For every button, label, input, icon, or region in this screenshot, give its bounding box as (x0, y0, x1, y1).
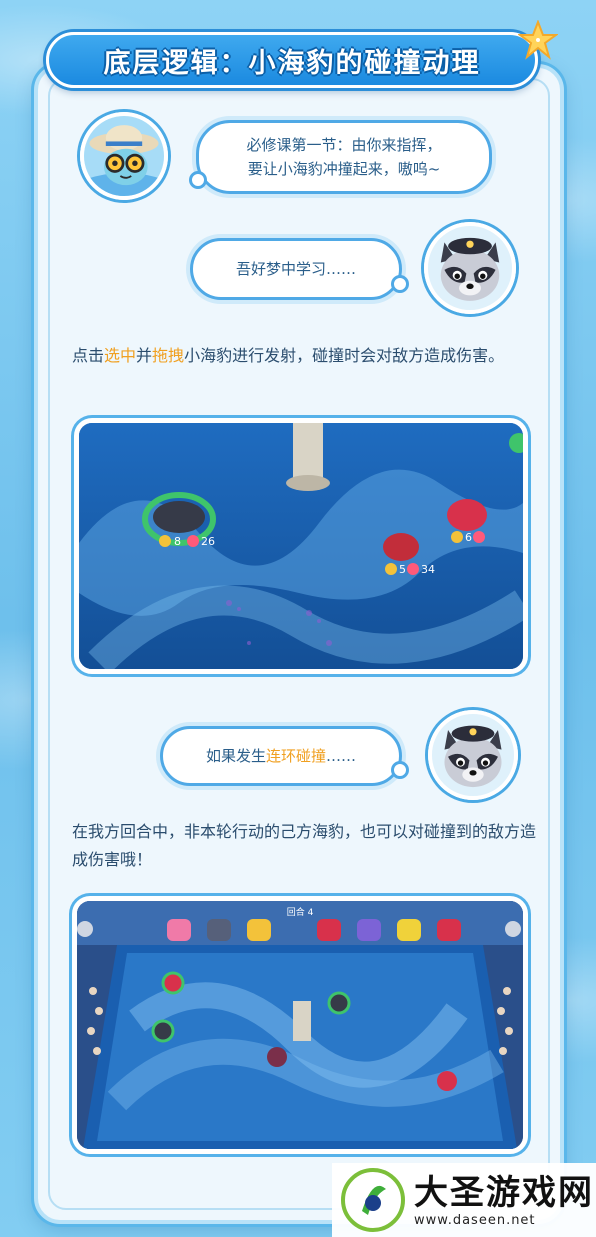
game-scene-2: 回合 4 (77, 901, 523, 1149)
raccoon-avatar-2 (428, 710, 518, 800)
speech-bubble-combo: 如果发生连环碰撞…… (160, 726, 409, 786)
unit-right-atk: 6 (465, 531, 472, 544)
dialog-text-2: 吾好梦中学习…… (235, 260, 356, 278)
bubble-tail (391, 275, 409, 293)
highlight-select: 选中 (104, 346, 137, 365)
title-banner: 底层逻辑：小海豹的碰撞动理 (46, 32, 538, 88)
unit-mid-hp: 34 (421, 563, 435, 576)
dialog3-post: …… (326, 747, 357, 765)
para1-text: 小海豹进行发射，碰撞时会对敌方造成伤害。 (184, 346, 505, 365)
watermark-logo-icon (341, 1168, 405, 1232)
highlight-chain-collision: 连环碰撞 (266, 747, 327, 765)
bubble-tail (391, 761, 409, 779)
game-screenshot-1: 8 26 5 34 6 (74, 418, 528, 674)
turn-label: 回合 4 (287, 906, 314, 918)
cat-teacher-icon (84, 116, 164, 196)
watermark-url: www.daseen.net (414, 1212, 536, 1228)
page-title: 底层逻辑：小海豹的碰撞动理 (103, 47, 481, 79)
raccoon-icon (428, 226, 512, 310)
watermark-title: 大圣游戏网 (414, 1172, 594, 1213)
para1-text: 点击 (72, 346, 105, 365)
speech-bubble-teacher: 必修课第一节：由你来指挥， 要让小海豹冲撞起来，嗷呜~ (189, 120, 492, 194)
speech-bubble-raccoon: 吾好梦中学习…… (190, 238, 409, 300)
unit-left-hp: 26 (201, 535, 215, 548)
bubble-tail (189, 171, 207, 189)
cat-teacher-avatar (80, 112, 168, 200)
dialog-line-2: 要让小海豹冲撞起来，嗷呜~ (247, 160, 441, 178)
unit-mid-atk: 5 (399, 563, 406, 576)
starfish-icon (518, 20, 558, 60)
unit-left-atk: 8 (174, 535, 181, 548)
game-scene-1: 8 26 5 34 6 (79, 423, 523, 669)
dialog3-pre: 如果发生 (205, 747, 266, 765)
game-screenshot-2: 回合 4 (72, 896, 528, 1154)
watermark: 大圣游戏网 www.daseen.net (332, 1163, 596, 1237)
raccoon-avatar (424, 222, 516, 314)
instruction-paragraph-2: 在我方回合中，非本轮行动的己方海豹，也可以对碰撞到的敌方造成伤害哦！ (72, 822, 537, 869)
highlight-drag: 拖拽 (152, 346, 185, 365)
dialog-line-1: 必修课第一节：由你来指挥， (246, 136, 442, 154)
para1-text: 并 (136, 346, 153, 365)
instruction-paragraph-1: 点击选中并拖拽小海豹进行发射，碰撞时会对敌方造成伤害。 (72, 342, 542, 370)
raccoon-icon (432, 714, 514, 796)
